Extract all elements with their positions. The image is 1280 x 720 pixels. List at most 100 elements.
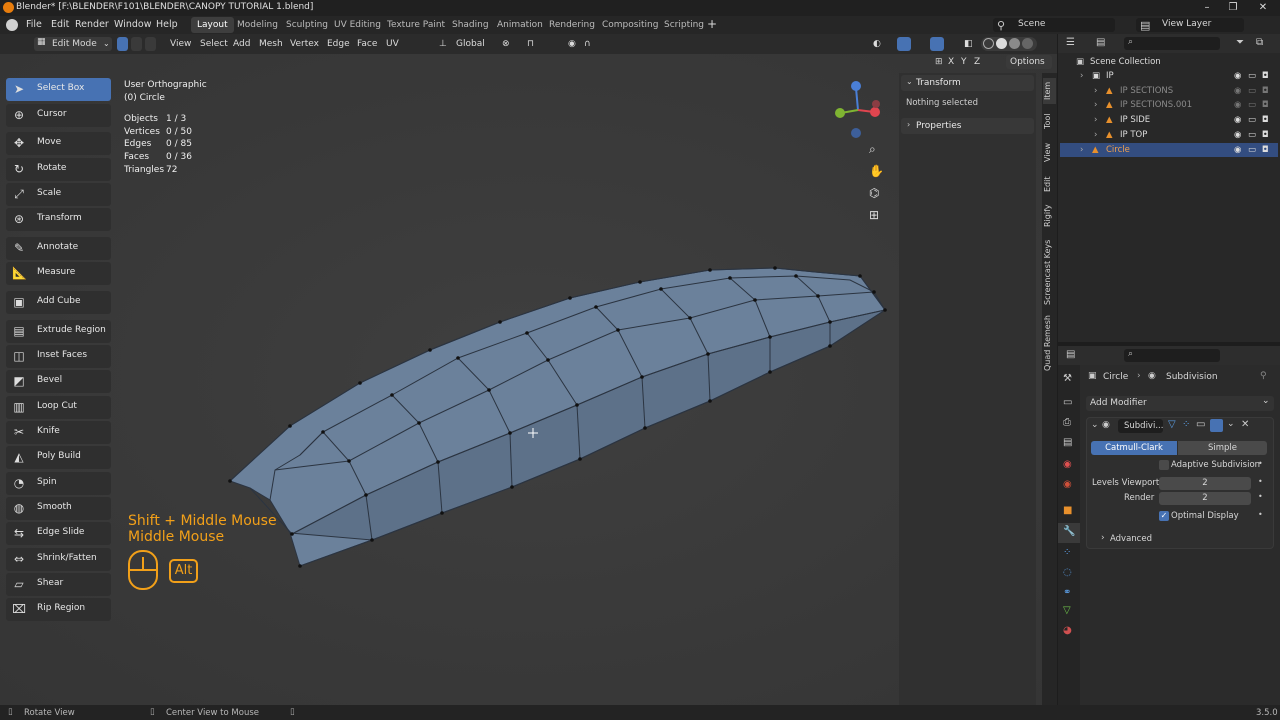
tool-shrink-fatten[interactable]: ⇔ Shrink/Fatten xyxy=(6,548,111,571)
tool-poly-build[interactable]: ◭ Poly Build xyxy=(6,446,111,469)
expand-chevron-icon[interactable]: › xyxy=(1080,143,1083,157)
tool-rotate[interactable]: ↻ Rotate xyxy=(6,158,111,181)
expand-chevron-icon[interactable]: › xyxy=(1094,98,1097,112)
workspace-tab-compositing[interactable]: Compositing xyxy=(596,17,664,33)
tool-knife[interactable]: ✂ Knife xyxy=(6,421,111,444)
optimal-display-checkbox[interactable]: ✓ xyxy=(1159,511,1169,521)
cage-toggle-icon[interactable]: ⁘ xyxy=(1182,419,1190,430)
material-tab-icon[interactable]: ◕ xyxy=(1063,625,1072,636)
camera-render-icon[interactable]: ◘ xyxy=(1262,128,1269,142)
menu-help[interactable]: Help xyxy=(156,19,178,30)
tool-cursor[interactable]: ⊕ Cursor xyxy=(6,104,111,127)
menu-window[interactable]: Window xyxy=(114,19,151,30)
expand-chevron-icon[interactable]: › xyxy=(1094,113,1097,127)
solid-shading-icon[interactable] xyxy=(996,38,1007,49)
camera-render-icon[interactable]: ◘ xyxy=(1262,84,1269,98)
tool-scale[interactable]: ⤢ Scale xyxy=(6,183,111,206)
tab-rigify[interactable]: Rigify xyxy=(1043,203,1056,229)
outliner-editor-icon[interactable]: ☰ xyxy=(1066,37,1075,48)
particles-tab-icon[interactable]: ⁘ xyxy=(1063,547,1071,558)
modifier-name-input[interactable]: Subdivi... xyxy=(1118,419,1163,433)
options-dropdown[interactable]: Options xyxy=(1006,55,1052,69)
header-menu-view[interactable]: View xyxy=(170,37,191,51)
constraints-tab-icon[interactable]: ⚭ xyxy=(1063,587,1071,598)
camera-render-icon[interactable]: ◘ xyxy=(1262,69,1269,83)
outliner-row[interactable]: › ▲ IP SECTIONS.001 ◉ ▭ ◘ xyxy=(1060,98,1278,112)
outliner-row[interactable]: › ▣ IP ◉ ▭ ◘ xyxy=(1060,69,1278,83)
render-toggle-icon[interactable] xyxy=(1210,419,1223,432)
menu-render[interactable]: Render xyxy=(75,19,109,30)
tool-inset-faces[interactable]: ◫ Inset Faces xyxy=(6,345,111,368)
tool-spin[interactable]: ◔ Spin xyxy=(6,472,111,495)
proportional-edit-icon[interactable]: ◉ xyxy=(568,37,576,51)
workspace-tab-layout[interactable]: Layout xyxy=(191,17,234,33)
outliner-row[interactable]: › ▲ Circle ◉ ▭ ◘ xyxy=(1060,142,1278,157)
view-layer-tab-icon[interactable]: ▤ xyxy=(1063,437,1072,448)
tab-quad-remesh[interactable]: Quad Remesh xyxy=(1043,314,1056,372)
display-mode-icon[interactable]: ▤ xyxy=(1096,37,1105,48)
rendered-shading-icon[interactable] xyxy=(1022,38,1033,49)
workspace-tab-shading[interactable]: Shading xyxy=(446,17,495,33)
transform-panel-header[interactable]: ⌄ Transform xyxy=(901,75,1034,91)
camera-view-icon[interactable]: ⌬ xyxy=(869,186,879,200)
snap-icon[interactable]: ⊓ xyxy=(527,37,534,51)
close-button[interactable]: ✕ xyxy=(1250,0,1276,16)
header-menu-add[interactable]: Add xyxy=(233,37,250,51)
header-menu-edge[interactable]: Edge xyxy=(327,37,350,51)
workspace-tab-rendering[interactable]: Rendering xyxy=(543,17,601,33)
shading-mode-group[interactable] xyxy=(981,37,1037,51)
monitor-icon[interactable]: ▭ xyxy=(1248,128,1256,142)
expand-chevron-icon[interactable]: › xyxy=(1080,69,1083,83)
transform-orientation-selector[interactable]: ⊥ Global xyxy=(439,37,495,51)
eye-visibility-icon[interactable]: ◉ xyxy=(1234,113,1241,127)
tool-add-cube[interactable]: ▣ Add Cube xyxy=(6,291,111,314)
material-shading-icon[interactable] xyxy=(1009,38,1020,49)
header-menu-vertex[interactable]: Vertex xyxy=(290,37,319,51)
tool-shear[interactable]: ▱ Shear xyxy=(6,573,111,596)
workspace-tab-uv-editing[interactable]: UV Editing xyxy=(328,17,387,33)
menu-edit[interactable]: Edit xyxy=(51,19,69,30)
workspace-tab-texture-paint[interactable]: Texture Paint xyxy=(381,17,451,33)
vertex-select-mode-button[interactable] xyxy=(117,37,128,51)
pin-icon[interactable]: ⚲ xyxy=(1260,371,1267,381)
maximize-button[interactable]: ❐ xyxy=(1220,0,1246,16)
blender-menu-icon[interactable] xyxy=(6,19,18,31)
tab-tool[interactable]: Tool xyxy=(1043,110,1056,132)
workspace-tab-sculpting[interactable]: Sculpting xyxy=(280,17,334,33)
monitor-icon[interactable]: ▭ xyxy=(1248,69,1256,83)
properties-editor-icon[interactable]: ▤ xyxy=(1066,349,1075,360)
catmull-clark-option[interactable]: Catmull-Clark xyxy=(1091,441,1177,455)
xray-icon[interactable]: ◧ xyxy=(964,37,973,51)
workspace-tab-animation[interactable]: Animation xyxy=(491,17,549,33)
ortho-grid-icon[interactable]: ⊞ xyxy=(869,208,879,222)
keyframe-dot-icon[interactable]: • xyxy=(1258,477,1263,486)
adaptive-subdivision-checkbox[interactable] xyxy=(1159,460,1169,470)
add-workspace-button[interactable]: + xyxy=(707,17,717,31)
axis-x-toggle[interactable]: X xyxy=(948,57,954,67)
tool-select-box[interactable]: ➤ Select Box xyxy=(6,78,111,101)
render-tab-icon[interactable]: ▭ xyxy=(1063,397,1072,408)
axis-y-toggle[interactable]: Y xyxy=(961,57,967,67)
tab-screencast-keys[interactable]: Screencast Keys xyxy=(1043,238,1056,306)
menu-file[interactable]: File xyxy=(26,19,42,30)
expand-chevron-icon[interactable]: › xyxy=(1094,84,1097,98)
filter-icon[interactable]: ⏷ xyxy=(1236,37,1244,48)
properties-search-input[interactable]: ⌕ xyxy=(1124,349,1220,362)
edge-select-mode-button[interactable] xyxy=(131,37,142,51)
tab-item[interactable]: Item xyxy=(1043,78,1056,104)
mode-selector[interactable]: ▦ Edit Mode ⌄ xyxy=(34,37,112,51)
tool-tab-icon[interactable]: ⚒ xyxy=(1063,373,1072,384)
physics-tab-icon[interactable]: ◌ xyxy=(1063,567,1072,578)
properties-panel-header[interactable]: › Properties xyxy=(901,118,1034,134)
camera-render-icon[interactable]: ◘ xyxy=(1262,98,1269,112)
monitor-icon[interactable]: ▭ xyxy=(1248,113,1256,127)
modifier-tab-active[interactable]: 🔧 xyxy=(1058,523,1080,543)
tab-view[interactable]: View xyxy=(1043,141,1056,165)
tool-transform[interactable]: ⊛ Transform xyxy=(6,208,111,231)
advanced-subpanel-header[interactable]: › Advanced xyxy=(1098,532,1188,546)
outliner-row-scene-collection[interactable]: ▣ Scene Collection xyxy=(1060,55,1278,69)
collapse-chevron-icon[interactable]: ⌄ xyxy=(1091,420,1099,430)
tab-edit[interactable]: Edit xyxy=(1043,174,1056,194)
minimize-button[interactable]: – xyxy=(1194,0,1220,16)
outliner-row[interactable]: › ▲ IP SIDE ◉ ▭ ◘ xyxy=(1060,113,1278,127)
